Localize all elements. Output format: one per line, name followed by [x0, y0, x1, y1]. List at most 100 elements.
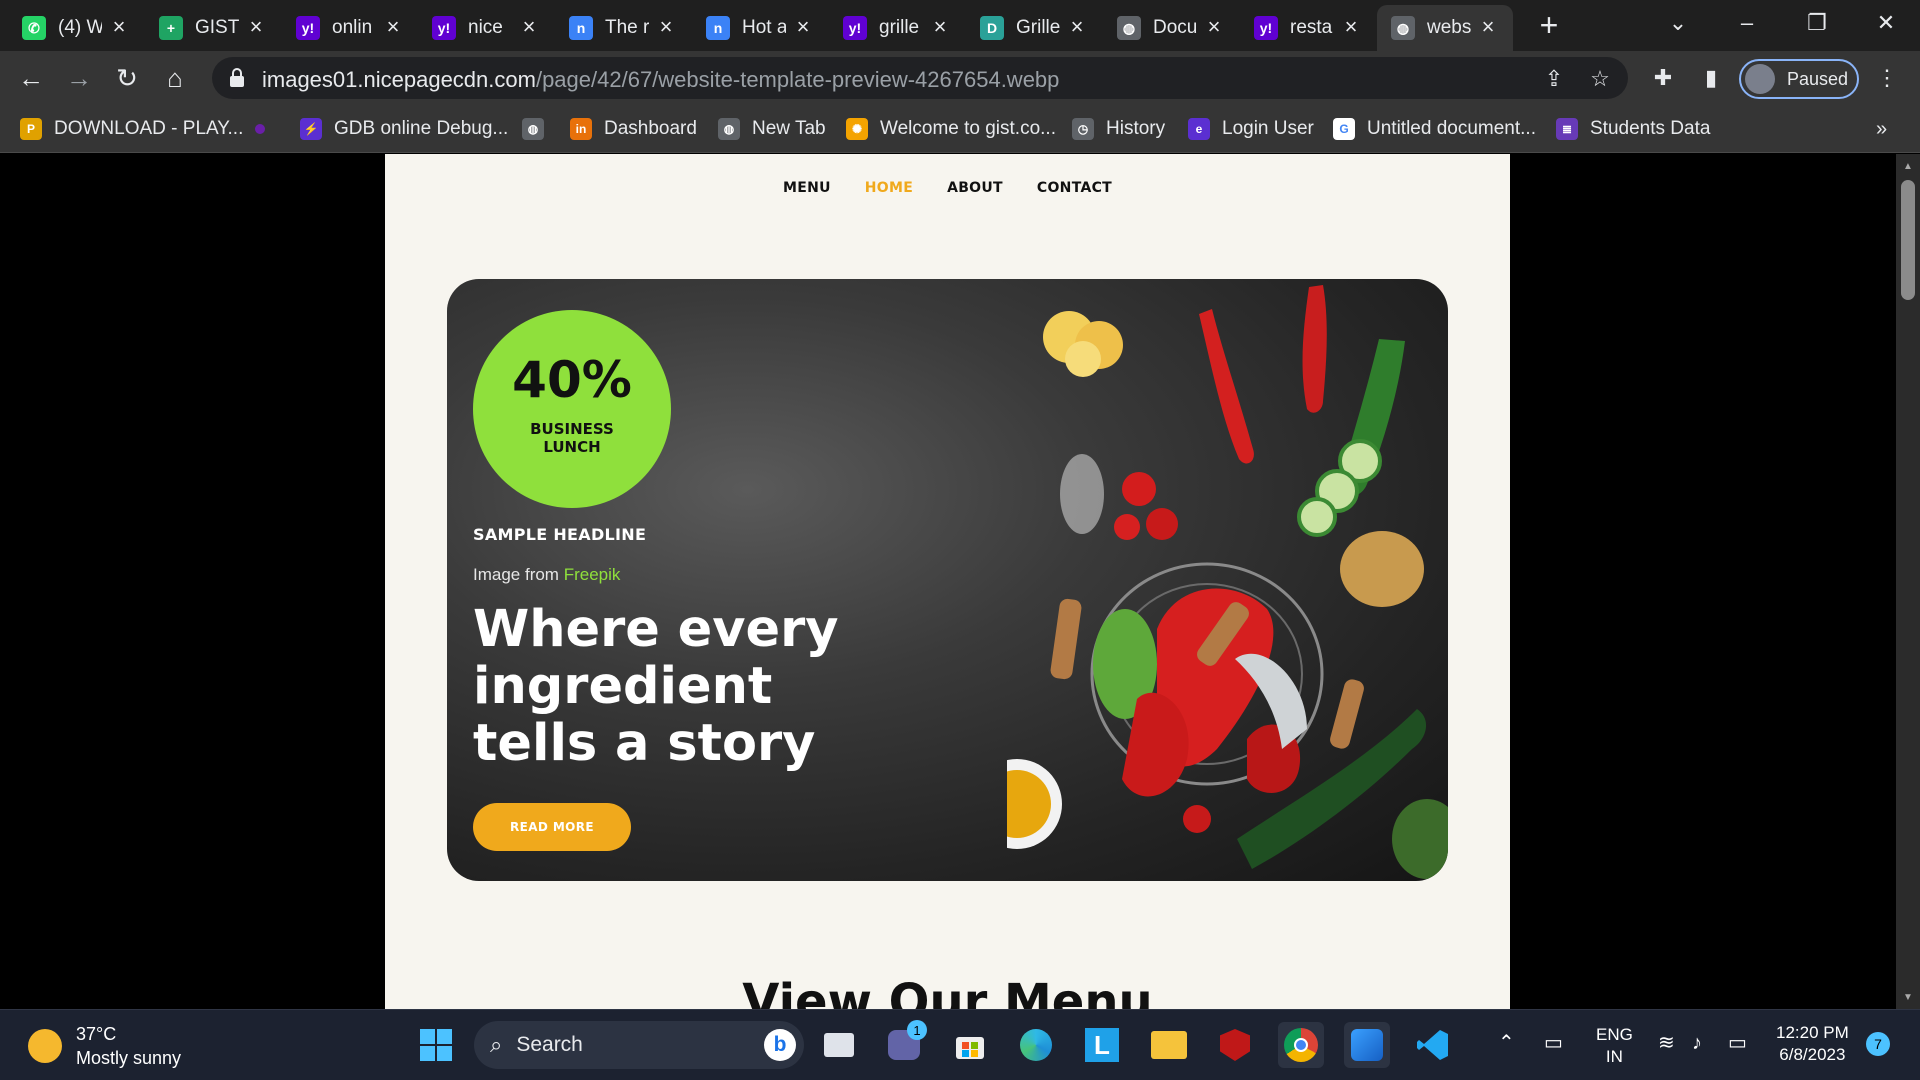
url-host: images01.nicepagecdn.com — [262, 67, 536, 92]
language-indicator[interactable]: ENG IN — [1596, 1024, 1633, 1068]
weather-widget[interactable]: 37°C Mostly sunny — [28, 1022, 181, 1070]
browser-tab[interactable]: + GIST_× — [145, 5, 281, 51]
bookmark-item[interactable]: G Untitled document... — [1333, 115, 1536, 143]
share-icon[interactable]: ⇪ — [1540, 65, 1568, 93]
tab-close-icon[interactable]: × — [380, 14, 406, 40]
tab-close-icon[interactable]: × — [243, 14, 269, 40]
windows-taskbar: 37°C Mostly sunny ⌕ Search b 1 L ⌃ ▭ ENG… — [0, 1009, 1920, 1080]
tab-search-icon[interactable]: ⌄ — [1658, 6, 1698, 40]
nav-about[interactable]: ABOUT — [947, 180, 1003, 196]
site-nav: MENU HOME ABOUT CONTACT — [385, 180, 1510, 196]
extensions-icon[interactable]: ✚ — [1646, 61, 1680, 95]
tray-chevron-icon[interactable]: ⌃ — [1498, 1032, 1515, 1054]
tab-close-icon[interactable]: × — [927, 14, 953, 40]
tab-close-icon[interactable]: × — [106, 14, 132, 40]
dot-icon — [255, 124, 265, 134]
home-button[interactable]: ⌂ — [158, 61, 192, 95]
chrome-icon[interactable] — [1278, 1022, 1324, 1068]
bookmark-item[interactable] — [255, 115, 277, 143]
tab-title: grille — [879, 17, 920, 38]
touch-keyboard-icon[interactable]: ▭ — [1544, 1032, 1563, 1054]
bookmark-item[interactable]: ◷ History — [1072, 115, 1165, 143]
bookmarks-overflow-icon[interactable]: » — [1876, 115, 1887, 143]
bookmark-label: Welcome to gist.co... — [880, 118, 1056, 139]
back-button[interactable]: ← — [14, 61, 48, 95]
edge-icon[interactable] — [1013, 1022, 1059, 1068]
bookmark-item[interactable]: ◍ — [522, 115, 556, 143]
battery-icon[interactable]: ▭ — [1728, 1032, 1747, 1054]
taskbar-search[interactable]: ⌕ Search b — [474, 1021, 804, 1069]
l-app-icon[interactable]: L — [1079, 1022, 1125, 1068]
lock-icon[interactable] — [226, 67, 248, 89]
browser-tab[interactable]: ◍ Docu × — [1103, 5, 1239, 51]
store-icon[interactable] — [947, 1022, 993, 1068]
read-more-button[interactable]: READ MORE — [473, 803, 631, 851]
tab-close-icon[interactable]: × — [1064, 14, 1090, 40]
browser-tab[interactable]: n Hot a × — [692, 5, 828, 51]
url-text[interactable]: images01.nicepagecdn.com/page/42/67/webs… — [262, 67, 1059, 93]
profile-button[interactable]: Paused — [1739, 59, 1859, 99]
clock[interactable]: 12:20 PM 6/8/2023 — [1776, 1022, 1849, 1066]
image-credit: Image from Freepik — [473, 565, 620, 585]
side-panel-icon[interactable]: ▮ — [1694, 61, 1728, 95]
browser-tab[interactable]: y! onlin × — [282, 5, 418, 51]
reload-button[interactable]: ↻ — [110, 61, 144, 95]
restore-icon[interactable]: ❐ — [1797, 6, 1837, 40]
file-explorer-icon[interactable] — [1146, 1022, 1192, 1068]
tab-close-icon[interactable]: × — [1338, 14, 1364, 40]
browser-tab[interactable]: ◍ webs × — [1377, 5, 1513, 51]
tab-title: resta — [1290, 17, 1333, 38]
browser-tab[interactable]: y! resta × — [1240, 5, 1376, 51]
vscode-icon[interactable] — [1410, 1022, 1456, 1068]
bookmark-label: Login User — [1222, 118, 1314, 139]
nav-menu[interactable]: MENU — [783, 180, 831, 196]
page-scrollbar[interactable]: ▲ ▼ — [1896, 154, 1920, 1009]
bookmark-item[interactable]: e Login User — [1188, 115, 1314, 143]
menu-kebab-icon[interactable]: ⋮ — [1870, 61, 1904, 95]
bookmark-item[interactable]: ✺ Welcome to gist.co... — [846, 115, 1056, 143]
volume-icon[interactable]: ♪ — [1692, 1032, 1702, 1054]
minimize-icon[interactable]: – — [1727, 6, 1767, 40]
address-bar[interactable]: images01.nicepagecdn.com/page/42/67/webs… — [212, 57, 1628, 99]
teams-icon[interactable]: 1 — [881, 1020, 927, 1068]
new-tab-button[interactable]: + — [1532, 7, 1566, 43]
mcafee-icon[interactable] — [1212, 1022, 1258, 1068]
bookmark-item[interactable]: ⚡ GDB online Debug... — [300, 115, 508, 143]
wifi-icon[interactable]: ≋ — [1658, 1032, 1675, 1054]
browser-tab[interactable]: D Grille × — [966, 5, 1102, 51]
browser-tab[interactable]: y! nice × — [418, 5, 554, 51]
windows-start-icon[interactable] — [413, 1022, 459, 1068]
tab-close-icon[interactable]: × — [1475, 14, 1501, 40]
history-icon: ◷ — [1072, 118, 1094, 140]
bookmark-item[interactable]: in Dashboard — [570, 115, 697, 143]
notification-badge[interactable]: 7 — [1866, 1032, 1890, 1056]
freepik-link[interactable]: Freepik — [564, 565, 621, 584]
nav-contact[interactable]: CONTACT — [1037, 180, 1112, 196]
bookmark-label: Dashboard — [604, 118, 697, 139]
browser-tab[interactable]: y! grille × — [829, 5, 965, 51]
task-view-icon[interactable] — [816, 1022, 862, 1068]
lang-code: ENG — [1596, 1025, 1633, 1044]
tab-close-icon[interactable]: × — [516, 14, 542, 40]
bookmarks-bar: » P DOWNLOAD - PLAY... ⚡ GDB online Debug..… — [0, 105, 1920, 153]
browser-tab[interactable]: ✆ (4) W × — [8, 5, 144, 51]
nav-home[interactable]: HOME — [865, 180, 913, 196]
google-icon: G — [1333, 118, 1355, 140]
browser-tab[interactable]: n The r × — [555, 5, 691, 51]
bookmark-star-icon[interactable]: ☆ — [1586, 65, 1614, 93]
bookmark-item[interactable]: ≣ Students Data — [1556, 115, 1710, 143]
forward-button[interactable]: → — [62, 61, 96, 95]
bookmark-item[interactable]: ◍ New Tab — [718, 115, 826, 143]
scroll-up-icon[interactable]: ▲ — [1896, 156, 1920, 176]
bing-icon[interactable]: b — [764, 1029, 796, 1061]
tab-close-icon[interactable]: × — [1201, 14, 1227, 40]
scroll-thumb[interactable] — [1901, 180, 1915, 300]
tab-title: nice — [468, 17, 503, 38]
tab-title: (4) W — [58, 17, 102, 38]
photos-icon[interactable] — [1344, 1022, 1390, 1068]
scroll-down-icon[interactable]: ▼ — [1896, 987, 1920, 1007]
tab-close-icon[interactable]: × — [790, 14, 816, 40]
tab-close-icon[interactable]: × — [653, 14, 679, 40]
close-window-icon[interactable]: ✕ — [1866, 6, 1906, 40]
bookmark-item[interactable]: P DOWNLOAD - PLAY... — [20, 115, 243, 143]
